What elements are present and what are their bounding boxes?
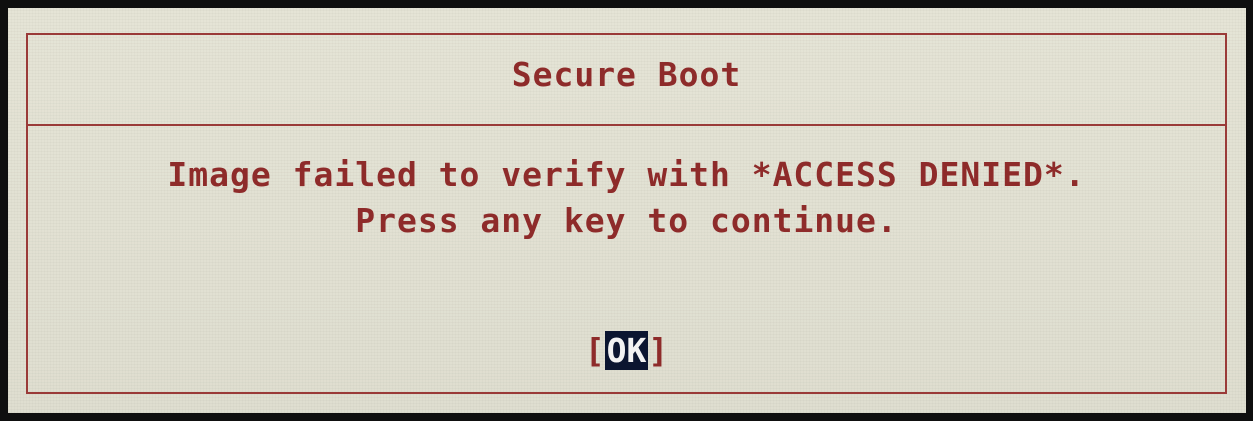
secure-boot-panel: Secure Boot Image failed to verify with … <box>8 8 1246 413</box>
ok-button[interactable]: OK <box>604 331 649 370</box>
continue-prompt: Press any key to continue. <box>355 201 898 240</box>
dialog-title: Secure Boot <box>511 55 742 94</box>
ok-bracket-right: ] <box>648 331 669 370</box>
screen: Secure Boot Image failed to verify with … <box>0 0 1253 421</box>
error-message: Image failed to verify with *ACCESS DENI… <box>167 155 1086 194</box>
title-divider <box>28 124 1225 126</box>
ok-bracket-left: [ <box>584 331 605 370</box>
dialog-frame: Secure Boot Image failed to verify with … <box>26 33 1227 394</box>
ok-button-container: [OK] <box>28 331 1225 370</box>
